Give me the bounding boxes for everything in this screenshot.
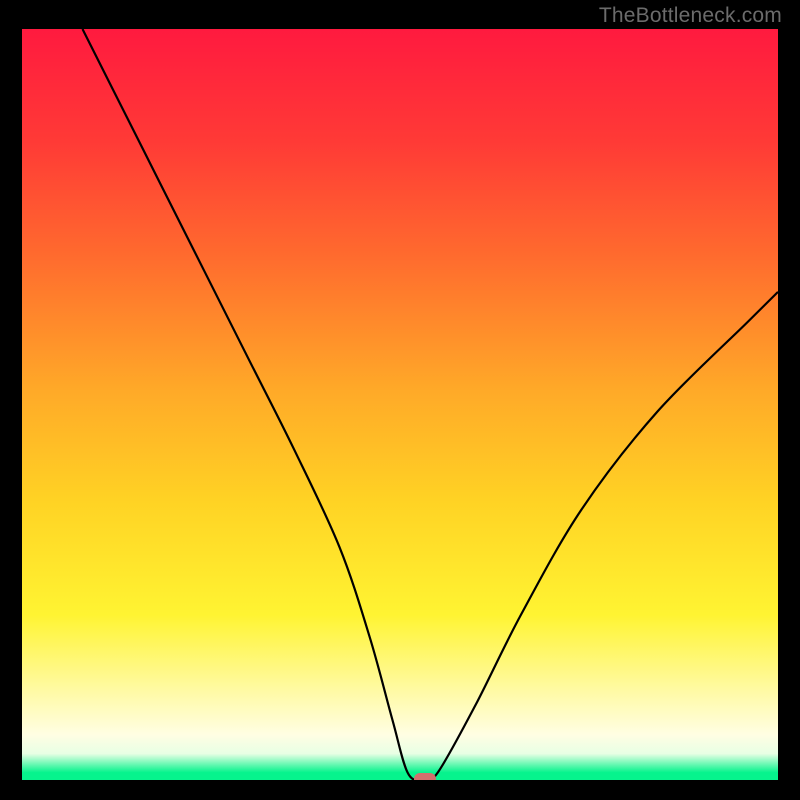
watermark-text: TheBottleneck.com [599,4,782,28]
bottleneck-curve-path [82,29,778,780]
chart-frame [20,27,780,782]
curve-svg [22,29,778,780]
optimal-marker [414,773,436,782]
